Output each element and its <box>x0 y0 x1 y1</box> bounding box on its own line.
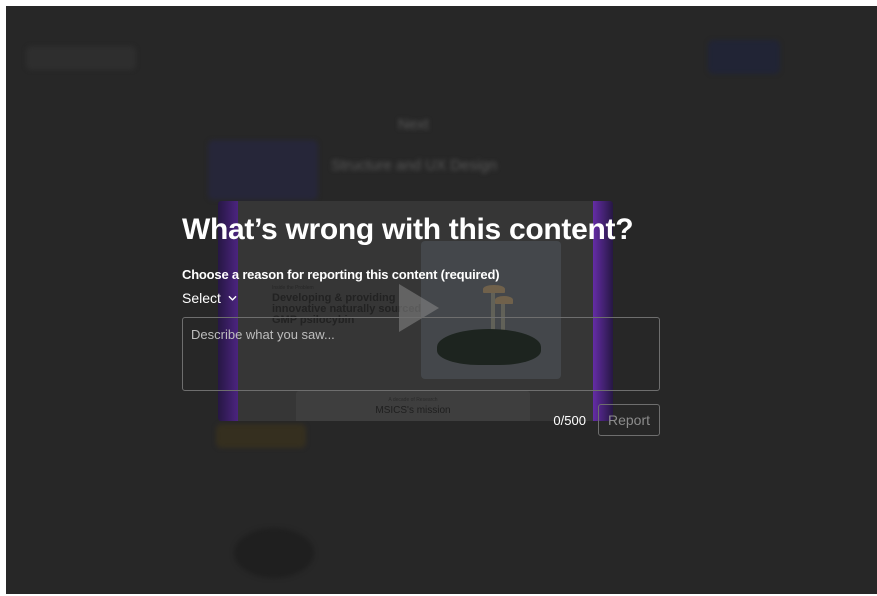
page-frame: Next Structure and UX Design Inside the … <box>6 6 877 594</box>
dialog-footer: 0/500 Report <box>182 404 660 436</box>
chevron-down-icon <box>228 295 237 301</box>
reason-select-value: Select <box>182 290 221 306</box>
reason-select[interactable]: Select <box>182 289 237 307</box>
description-input[interactable] <box>182 317 660 391</box>
report-content-dialog: What’s wrong with this content? Choose a… <box>182 210 660 436</box>
reason-label: Choose a reason for reporting this conte… <box>182 267 500 282</box>
dialog-title: What’s wrong with this content? <box>182 213 634 246</box>
report-button[interactable]: Report <box>597 404 660 436</box>
character-count: 0/500 <box>553 412 586 428</box>
